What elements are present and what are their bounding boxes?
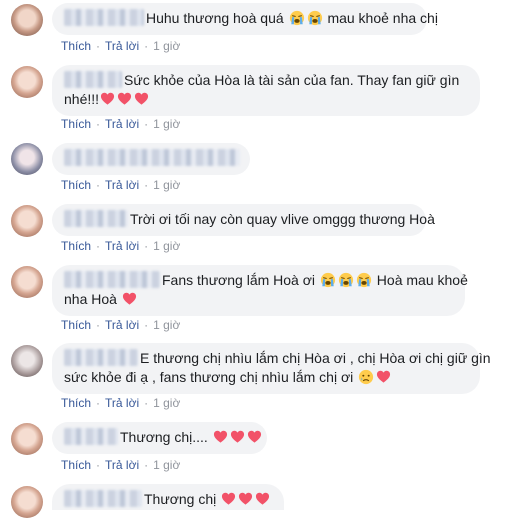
avatar[interactable] xyxy=(11,486,43,518)
blurred-author-name[interactable] xyxy=(64,490,142,507)
timestamp[interactable]: 1 giờ xyxy=(153,177,180,193)
loudly-crying-face-icon xyxy=(356,272,372,288)
reply-link[interactable]: Trả lời xyxy=(105,177,139,193)
like-link[interactable]: Thích xyxy=(61,38,91,54)
comment-actions: Thích · Trả lời · 1 giờ xyxy=(61,177,181,193)
heart-icon xyxy=(255,491,270,506)
comment-text-continued: Hoà mau khoẻ xyxy=(376,272,468,288)
blurred-author-name[interactable] xyxy=(64,428,118,445)
avatar[interactable] xyxy=(11,66,43,98)
timestamp[interactable]: 1 giờ xyxy=(153,238,180,254)
comment-text: Thương chị xyxy=(144,491,217,507)
comment-bubble: Thương chị xyxy=(52,484,284,510)
comment-actions: Thích · Trả lời · 1 giờ xyxy=(61,38,181,54)
comment-text: Thương chị.... xyxy=(120,429,208,445)
comment-actions: Thích · Trả lời · 1 giờ xyxy=(61,395,181,411)
loudly-crying-face-icon xyxy=(338,272,354,288)
avatar[interactable] xyxy=(11,345,43,377)
heart-icon xyxy=(230,429,245,444)
avatar[interactable] xyxy=(11,423,43,455)
comment-bubble: Trời ơi tối nay còn quay vlive omggg thư… xyxy=(52,204,435,236)
blurred-author-name[interactable] xyxy=(64,271,160,288)
reply-link[interactable]: Trả lời xyxy=(105,38,139,54)
timestamp[interactable]: 1 giờ xyxy=(153,395,180,411)
comment-bubble: Sức khỏe của Hòa là tài sản của fan. Tha… xyxy=(52,65,480,116)
reply-link[interactable]: Trả lời xyxy=(105,116,139,132)
comment-text: Fans thương lắm Hoà ơi xyxy=(162,272,316,288)
heart-icon xyxy=(238,491,253,506)
like-link[interactable]: Thích xyxy=(61,317,91,333)
comment-actions: Thích · Trả lời · 1 giờ xyxy=(61,317,181,333)
comment-text: Trời ơi tối nay còn quay vlive omggg thư… xyxy=(130,211,435,227)
blurred-author-name[interactable] xyxy=(64,349,138,366)
heart-icon xyxy=(117,91,132,106)
blurred-author-name[interactable] xyxy=(64,71,122,88)
comment-text-line2: sức khỏe đi ạ , fans thương chị nhìu lắm… xyxy=(64,369,354,385)
like-link[interactable]: Thích xyxy=(61,116,91,132)
loudly-crying-face-icon xyxy=(320,272,336,288)
timestamp[interactable]: 1 giờ xyxy=(153,457,180,473)
heart-icon xyxy=(221,491,236,506)
comment-actions: Thích · Trả lời · 1 giờ xyxy=(61,238,181,254)
comment-bubble: E thương chị nhìu lắm chị Hòa ơi , chị H… xyxy=(52,343,491,394)
reply-link[interactable]: Trả lời xyxy=(105,395,139,411)
comment-bubble: Fans thương lắm Hoà ơi Hoà mau khoẻ nha … xyxy=(52,265,468,316)
timestamp[interactable]: 1 giờ xyxy=(153,116,180,132)
heart-icon xyxy=(247,429,262,444)
like-link[interactable]: Thích xyxy=(61,238,91,254)
like-link[interactable]: Thích xyxy=(61,395,91,411)
comment-actions: Thích · Trả lời · 1 giờ xyxy=(61,457,181,473)
comment-text-line2: nha Hoà xyxy=(64,291,117,307)
blurred-author-name[interactable] xyxy=(64,210,128,227)
comment-text: Huhu thương hoà quá xyxy=(146,10,284,26)
crying-face-icon xyxy=(358,369,374,385)
timestamp[interactable]: 1 giờ xyxy=(153,38,180,54)
blurred-comment-content xyxy=(64,149,240,166)
comment-bubble: Thương chị.... xyxy=(52,422,267,454)
heart-icon xyxy=(100,91,115,106)
blurred-author-name[interactable] xyxy=(64,9,144,26)
avatar[interactable] xyxy=(11,143,43,175)
comment-bubble xyxy=(52,143,250,175)
comment-bubble: Huhu thương hoà quá mau khoẻ nha chị xyxy=(52,3,438,35)
loudly-crying-face-icon xyxy=(307,10,323,26)
avatar[interactable] xyxy=(11,4,43,36)
avatar[interactable] xyxy=(11,266,43,298)
comment-text: Sức khỏe của Hòa là tài sản của fan. Tha… xyxy=(124,72,460,88)
like-link[interactable]: Thích xyxy=(61,177,91,193)
comment-actions: Thích · Trả lời · 1 giờ xyxy=(61,116,181,132)
reply-link[interactable]: Trả lời xyxy=(105,317,139,333)
comment-text-continued: mau khoẻ nha chị xyxy=(327,10,438,26)
comment-text-line2: nhé!!! xyxy=(64,91,100,107)
reply-link[interactable]: Trả lời xyxy=(105,238,139,254)
like-link[interactable]: Thích xyxy=(61,457,91,473)
avatar[interactable] xyxy=(11,205,43,237)
timestamp[interactable]: 1 giờ xyxy=(153,317,180,333)
comment-text: E thương chị nhìu lắm chị Hòa ơi , chị H… xyxy=(140,350,491,366)
heart-icon xyxy=(376,369,391,384)
loudly-crying-face-icon xyxy=(289,10,305,26)
heart-icon xyxy=(134,91,149,106)
reply-link[interactable]: Trả lời xyxy=(105,457,139,473)
heart-icon xyxy=(122,291,137,306)
heart-icon xyxy=(213,429,228,444)
